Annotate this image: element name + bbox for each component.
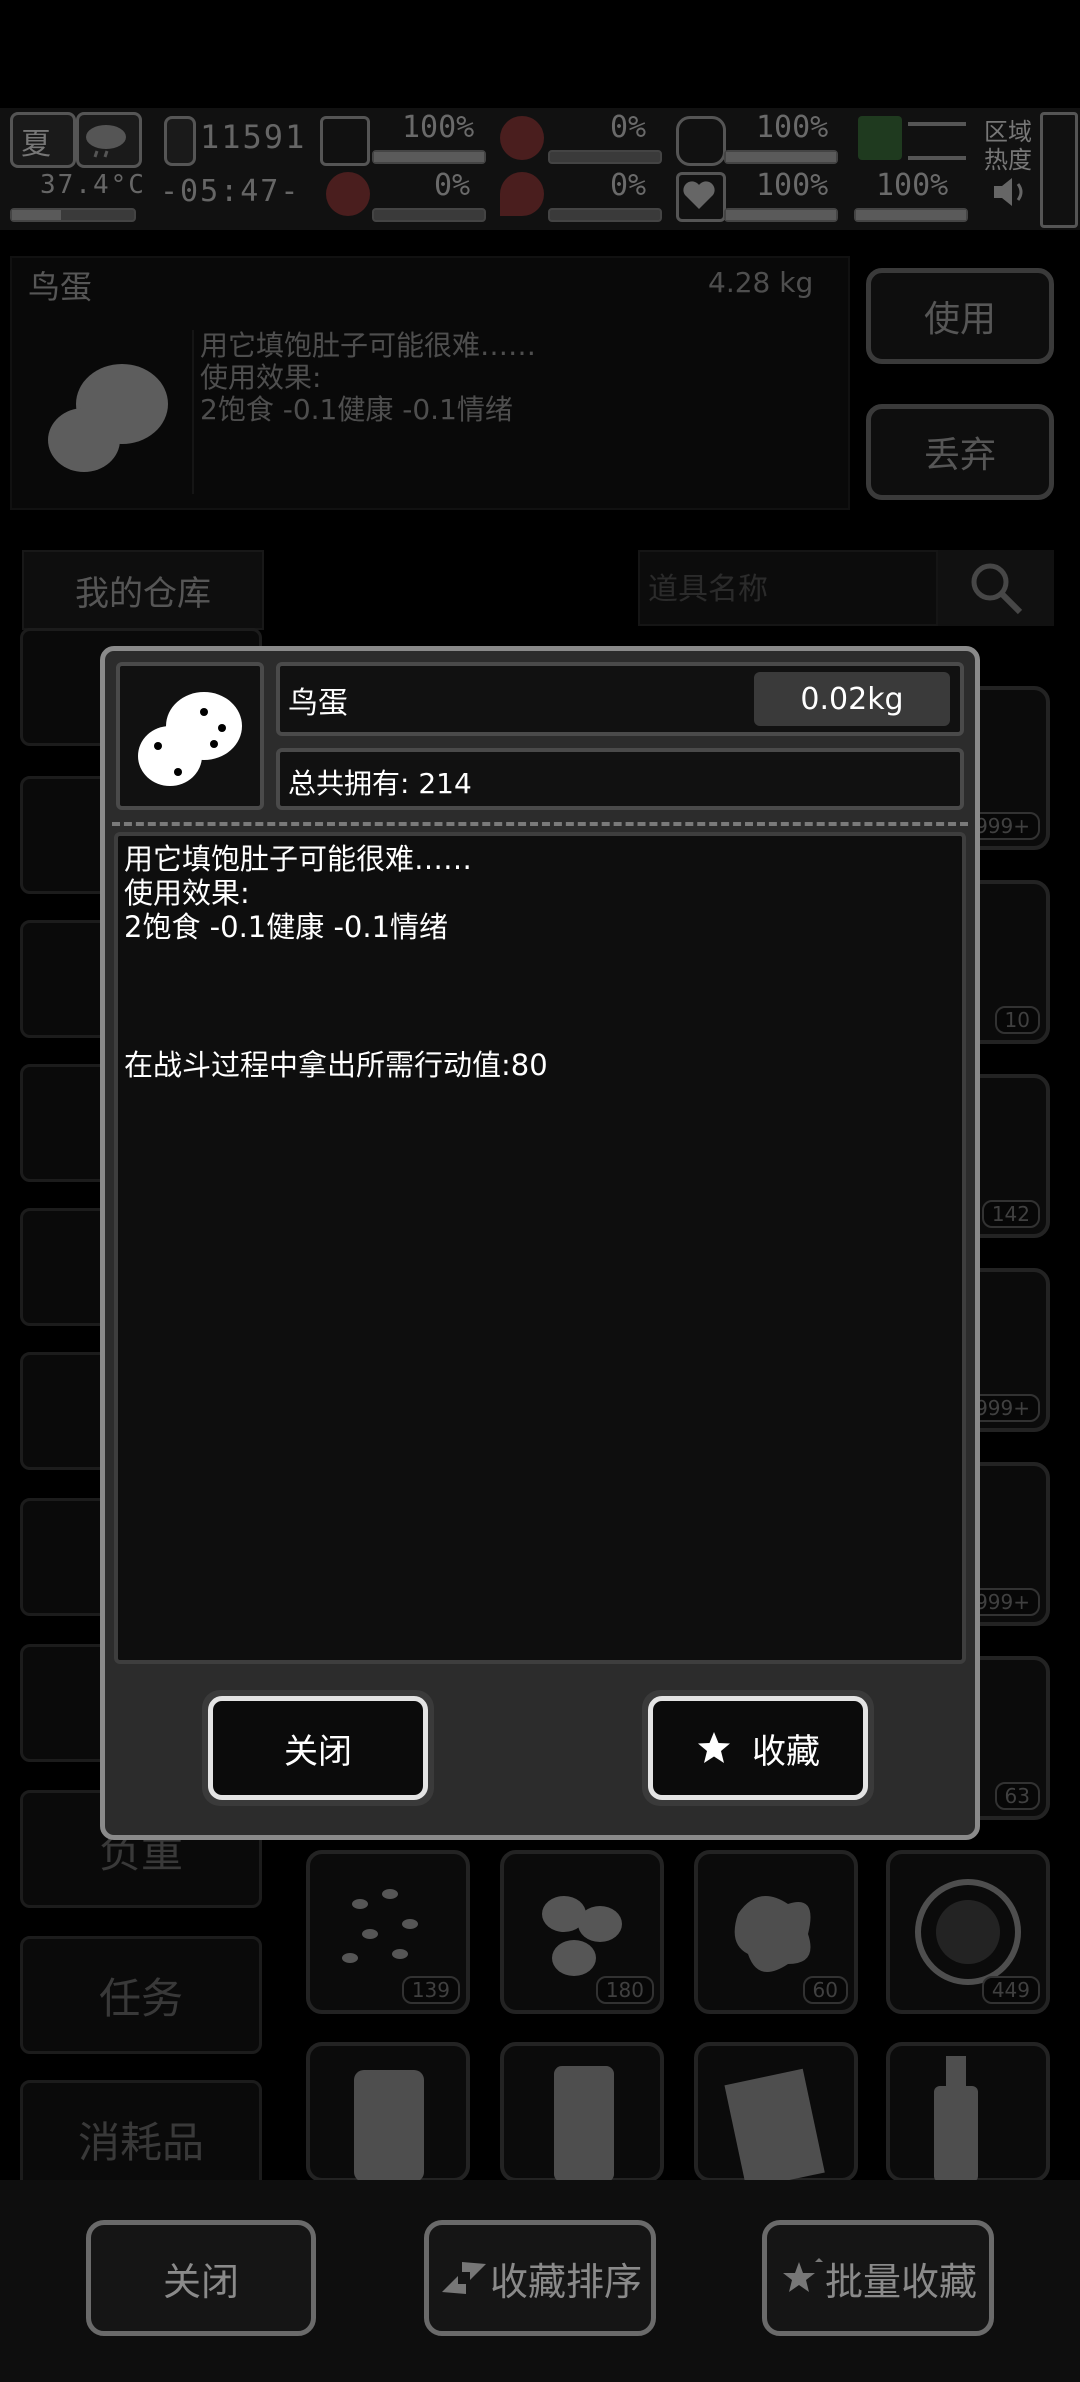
category-tasks[interactable]: 任务	[20, 1936, 262, 2054]
desc-line-3: 2饱食 -0.1健康 -0.1情绪	[124, 910, 449, 944]
money-readout: 11591	[200, 118, 307, 156]
inventory-slot[interactable]	[694, 2042, 858, 2190]
selected-desc-line1: 用它填饱肚子可能很难……	[200, 329, 537, 362]
bird-egg-icon	[138, 692, 242, 786]
stamina-value: 100%	[876, 168, 949, 203]
discard-button[interactable]: 丢弃	[866, 404, 1054, 500]
batch-star-icon	[782, 2258, 823, 2292]
hunger-value: 0%	[610, 110, 647, 145]
season-badge: 夏	[10, 112, 76, 168]
item-name: 鸟蛋	[288, 686, 348, 721]
health-value: 100%	[402, 110, 475, 145]
slot-count: 10	[994, 1006, 1040, 1034]
bottle-icon	[934, 2056, 978, 2182]
sort-arrows-icon	[441, 2262, 486, 2294]
flask-icon	[858, 116, 902, 160]
slot-count: 60	[802, 1976, 848, 2004]
inventory-slot[interactable]: 60	[694, 1850, 858, 2014]
selected-item-weight: 4.28 kg	[708, 266, 814, 299]
selected-item-name: 鸟蛋	[28, 268, 93, 306]
heart-icon	[676, 172, 726, 222]
inventory-slot[interactable]: 449	[886, 1850, 1050, 2014]
search-icon[interactable]	[938, 550, 1054, 626]
stamina-bar	[854, 208, 968, 222]
thirst-bar	[548, 208, 662, 222]
search-input[interactable]: 道具名称	[638, 550, 938, 626]
favorite-sort-button[interactable]: 收藏排序	[424, 2220, 656, 2336]
slot-count: 449	[981, 1976, 1040, 2004]
slot-count: 142	[981, 1200, 1040, 1228]
inventory-slot[interactable]	[886, 2042, 1050, 2182]
slot-count: 180	[595, 1976, 654, 2004]
heart-value: 100%	[756, 168, 829, 203]
capsule-icon	[676, 116, 726, 166]
battle-action-cost: 在战斗过程中拿出所需行动值:80	[124, 1048, 548, 1082]
mood-bar	[372, 208, 486, 222]
inventory-slot[interactable]	[306, 2042, 470, 2182]
selected-item-desc: 用它填饱肚子可能很难…… 使用效果: 2饱食 -0.1健康 -0.1情绪	[192, 330, 840, 494]
bottom-close-button[interactable]: 关闭	[86, 2220, 316, 2336]
stripes-icon	[908, 122, 966, 160]
batch-favorite-label: 批量收藏	[824, 2259, 977, 2304]
star-icon	[698, 1732, 730, 1763]
volume-icon[interactable]	[990, 174, 1030, 210]
hunger-bar	[548, 150, 662, 164]
temperature-readout: 37.4°C	[40, 170, 146, 200]
blood-drop-icon	[500, 172, 544, 216]
slot-count: 63	[994, 1782, 1040, 1810]
dashed-divider	[112, 822, 968, 826]
inventory-slot[interactable]	[500, 2042, 664, 2182]
temperature-bar	[10, 208, 136, 222]
desc-line-2: 使用效果:	[124, 876, 250, 910]
favorite-button[interactable]: 收藏	[642, 1690, 874, 1806]
medkit-icon	[320, 116, 370, 166]
desc-line-1: 用它填饱肚子可能很难……	[124, 842, 473, 876]
inventory-slot[interactable]: 139	[306, 1850, 470, 2014]
inventory-slot[interactable]: 180	[500, 1850, 664, 2014]
season-label: 夏	[21, 127, 51, 162]
use-button[interactable]: 使用	[866, 268, 1054, 364]
favorite-label: 收藏	[752, 1731, 820, 1772]
health-bar	[372, 150, 486, 164]
favorite-sort-label: 收藏排序	[489, 2259, 642, 2304]
clock-readout: -05:47-	[160, 174, 301, 209]
close-dialog-button[interactable]: 关闭	[202, 1690, 434, 1806]
medicine-bar	[724, 150, 838, 164]
bottom-close-label: 关闭	[162, 2259, 239, 2304]
slot-count: 139	[401, 1976, 460, 2004]
region-heat-label: 区域 热度	[984, 118, 1032, 174]
mood-value: 0%	[434, 168, 471, 203]
warehouse-tab[interactable]: 我的仓库	[22, 550, 264, 630]
item-owned-row: 总共拥有: 214	[276, 748, 964, 810]
selected-item-egg-icon	[22, 332, 192, 502]
status-bar: 夏 37.4°C 11591 -05:47- 100% 0% 100% 0% 0…	[0, 108, 1080, 230]
weather-cloud-icon	[76, 112, 142, 168]
selected-item-panel: 鸟蛋 4.28 kg 用它填饱肚子可能很难…… 使用效果: 2饱食 -0.1健康…	[10, 256, 850, 510]
thirst-value: 0%	[610, 168, 647, 203]
region-heat-meter	[1040, 112, 1078, 228]
item-name-row: 鸟蛋 0.02kg	[276, 662, 964, 736]
medicine-value: 100%	[756, 110, 829, 145]
currency-icon	[164, 116, 196, 166]
heart-bar	[724, 208, 838, 222]
beer-can-icon	[354, 2070, 424, 2182]
selected-desc-line3: 2饱食 -0.1健康 -0.1情绪	[200, 393, 513, 426]
coffee-can-icon	[554, 2066, 614, 2182]
brain-icon	[326, 172, 370, 216]
chocolate-icon	[724, 2068, 825, 2190]
item-weight-badge: 0.02kg	[754, 672, 950, 726]
close-dialog-label: 关闭	[284, 1731, 352, 1772]
selected-desc-line2: 使用效果:	[200, 361, 322, 394]
stomach-icon	[500, 116, 544, 160]
item-icon-frame	[116, 662, 264, 810]
item-description-box: 用它填饱肚子可能很难…… 使用效果: 2饱食 -0.1健康 -0.1情绪 在战斗…	[114, 832, 966, 1664]
item-owned-count: 总共拥有: 214	[288, 767, 472, 800]
batch-favorite-button[interactable]: 批量收藏	[762, 2220, 994, 2336]
